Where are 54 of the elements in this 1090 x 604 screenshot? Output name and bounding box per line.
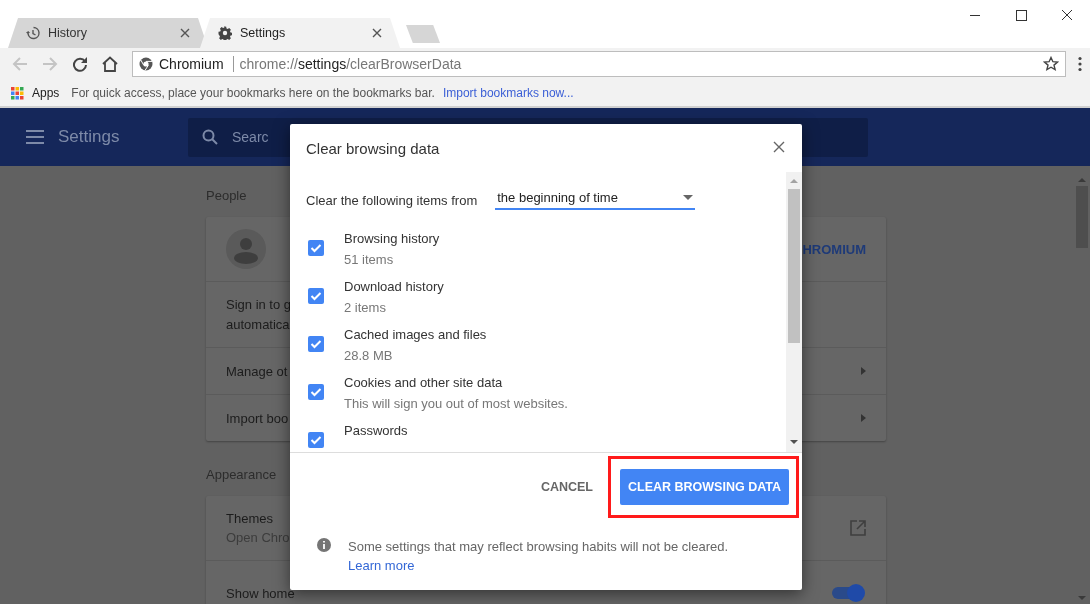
menu-icon[interactable]	[26, 130, 44, 144]
info-note: Some settings that may reflect browsing habits will not be cleared. Learn more	[348, 538, 730, 575]
time-range-dropdown[interactable]: the beginning of time	[495, 190, 696, 210]
item-detail: This will sign you out of most websites.	[344, 396, 568, 411]
checkbox[interactable]	[308, 336, 324, 352]
checkbox[interactable]	[308, 384, 324, 400]
item-label: Download history	[344, 278, 444, 294]
learn-more-link[interactable]: Learn more	[348, 558, 415, 573]
close-icon[interactable]	[372, 28, 382, 38]
info-icon	[316, 537, 332, 553]
settings-row-label[interactable]: Import boo	[226, 410, 289, 426]
caret-icon	[683, 195, 694, 200]
close-icon[interactable]	[180, 28, 190, 38]
history-icon	[26, 26, 40, 40]
star-icon[interactable]	[1043, 56, 1059, 72]
item-label: Browsing history	[344, 230, 440, 246]
item-detail: 28.8 MB	[344, 348, 394, 363]
settings-row-label[interactable]: Manage ot	[226, 363, 288, 379]
clear-data-button[interactable]: CLEAR BROWSING DATA	[620, 469, 789, 505]
reload-icon[interactable]	[72, 56, 88, 72]
dialog-title: Clear browsing data	[306, 139, 441, 157]
apps-link[interactable]: Apps	[32, 86, 60, 100]
arrow-right-icon[interactable]	[861, 414, 866, 422]
chromium-logo-icon	[139, 57, 153, 71]
browser-tab[interactable]: Settings	[200, 18, 400, 48]
search-icon	[202, 129, 218, 145]
cancel-button[interactable]: CANCEL	[540, 469, 593, 505]
home-icon[interactable]	[101, 56, 119, 72]
close-button[interactable]	[772, 141, 786, 155]
url-text: chrome://settings/clearBrowserData	[239, 56, 463, 72]
apps-grid-icon[interactable]	[11, 86, 24, 100]
item-detail: 2 items	[344, 300, 387, 315]
checkbox[interactable]	[308, 432, 324, 448]
settings-title: Settings	[58, 127, 121, 147]
item-detail: 51 items	[344, 252, 395, 267]
import-bookmarks-link[interactable]: Import bookmarks now...	[442, 86, 574, 100]
toggle-switch[interactable]	[830, 583, 866, 603]
menu-icon[interactable]	[1078, 56, 1082, 72]
settings-row-label: Themes	[226, 511, 274, 526]
avatar-icon	[226, 229, 266, 269]
sign-in-description: Sign in to g automatica	[226, 295, 292, 334]
external-link-icon[interactable]	[850, 520, 866, 536]
arrow-right-icon[interactable]	[861, 367, 866, 375]
item-label: Passwords	[344, 422, 408, 438]
address-bar[interactable]: Chromium chrome://settings/clearBrowserData	[132, 51, 1066, 77]
checkbox[interactable]	[308, 240, 324, 256]
settings-row-label: Show home	[226, 585, 295, 601]
item-label: Cookies and other site data	[344, 374, 504, 390]
gear-icon	[218, 26, 232, 40]
bookmarks-hint: For quick access, place your bookmarks here on the bookmarks bar.	[71, 86, 435, 100]
site-name: Chromium	[159, 56, 234, 72]
item-label: Cached images and files	[344, 326, 487, 342]
checkbox[interactable]	[308, 288, 324, 304]
time-range-label: Clear the following items from	[306, 192, 478, 208]
